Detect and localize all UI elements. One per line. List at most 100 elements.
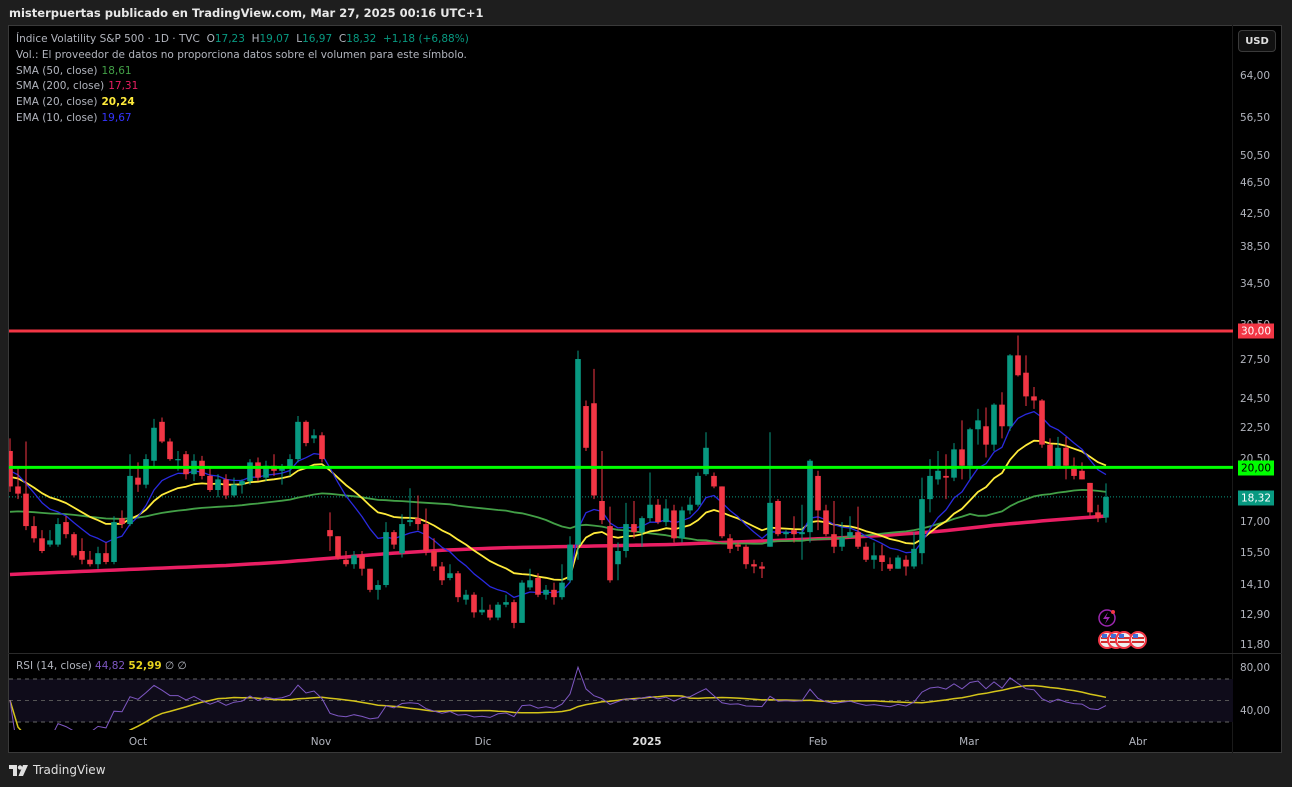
- flag-canton: [1133, 634, 1138, 638]
- candle: [719, 486, 725, 539]
- candle-body: [975, 420, 981, 430]
- candle: [1023, 355, 1029, 407]
- indicator-ema10[interactable]: EMA (10, close) 19,67: [16, 111, 469, 127]
- open-label: O: [206, 33, 215, 45]
- candle: [983, 407, 989, 458]
- ema10-line: [9, 410, 1107, 599]
- candle: [679, 506, 685, 543]
- candle-body: [687, 504, 693, 511]
- candle-body: [591, 403, 597, 496]
- candle: [727, 534, 733, 554]
- time-label-nov: Nov: [310, 736, 332, 748]
- candle-body: [1047, 444, 1053, 468]
- candle: [335, 536, 341, 560]
- candle: [375, 580, 381, 600]
- candle-body: [703, 447, 709, 475]
- sma50-line: [9, 488, 1107, 545]
- candle: [95, 546, 101, 569]
- indicator-name: SMA (50, close): [16, 64, 98, 77]
- indicator-value: 17,31: [108, 80, 139, 93]
- candle: [871, 542, 877, 569]
- candle-body: [415, 518, 421, 525]
- candle: [399, 514, 405, 558]
- candle-body: [847, 532, 853, 537]
- candle-body: [39, 538, 45, 552]
- candle-body: [463, 594, 469, 600]
- candle-body: [863, 546, 869, 560]
- indicator-sma200[interactable]: SMA (200, close) 17,31: [16, 79, 469, 95]
- candle: [703, 432, 709, 476]
- candle: [463, 589, 469, 605]
- tradingview-logo-icon: [9, 764, 28, 776]
- candle-body: [575, 359, 581, 545]
- rsi-tick-80: 80,00: [1239, 662, 1270, 674]
- candle: [991, 403, 997, 451]
- candle: [167, 438, 173, 461]
- candle-body: [1031, 396, 1037, 401]
- candle-body: [1023, 372, 1029, 397]
- candle: [127, 454, 133, 527]
- candle-body: [1007, 355, 1013, 427]
- candle-body: [799, 532, 805, 535]
- indicator-ema20[interactable]: EMA (20, close) 20,24: [16, 95, 469, 111]
- candle: [39, 530, 45, 554]
- tradingview-footer[interactable]: TradingView: [9, 763, 106, 777]
- price-tick: 24,50: [1239, 393, 1270, 406]
- price-tick: 34,50: [1239, 277, 1270, 290]
- candle-body: [311, 435, 317, 439]
- candle-body: [231, 484, 237, 496]
- indicator-sma50[interactable]: SMA (50, close) 18,61: [16, 64, 469, 80]
- candle: [951, 443, 957, 482]
- candle-body: [343, 559, 349, 565]
- candle: [391, 530, 397, 549]
- candle: [567, 536, 573, 583]
- currency-button[interactable]: USD: [1238, 30, 1276, 52]
- rsi-extra-2: ∅: [177, 660, 187, 672]
- candle: [1079, 462, 1085, 480]
- candle: [911, 532, 917, 569]
- time-label-feb: Feb: [808, 736, 828, 748]
- candle-body: [511, 602, 517, 623]
- symbol-row[interactable]: Índice Volatility S&P 500 · 1D · TVC O17…: [16, 32, 469, 48]
- candle-body: [327, 530, 333, 537]
- time-label-dic: Dic: [474, 736, 492, 748]
- candle: [1087, 482, 1093, 517]
- price-tick: 14,10: [1239, 579, 1270, 592]
- candle: [239, 479, 245, 494]
- candle-body: [111, 522, 117, 562]
- open-value: 17,23: [214, 33, 245, 45]
- candle: [519, 580, 525, 623]
- candle: [559, 564, 565, 600]
- candle-body: [391, 532, 397, 545]
- candle: [759, 561, 765, 578]
- candle-body: [791, 530, 797, 535]
- candle: [287, 454, 293, 476]
- candle-body: [479, 609, 485, 613]
- candle-body: [399, 524, 405, 554]
- candle: [1007, 354, 1013, 431]
- chart-legend: Índice Volatility S&P 500 · 1D · TVC O17…: [16, 32, 469, 127]
- flag-canton: [1102, 634, 1107, 638]
- candle: [79, 538, 85, 565]
- candle-body: [631, 524, 637, 533]
- candle-body: [471, 594, 477, 613]
- candle-body: [351, 555, 357, 565]
- candle-body: [127, 475, 133, 525]
- candle: [351, 551, 357, 569]
- candle-body: [767, 502, 773, 547]
- candle-body: [71, 534, 77, 556]
- candle-body: [655, 504, 661, 523]
- time-label-oct: Oct: [128, 736, 148, 748]
- candle-body: [119, 518, 125, 525]
- candle-body: [895, 557, 901, 569]
- candle: [1063, 436, 1069, 480]
- candle-body: [167, 441, 173, 460]
- candle: [527, 568, 533, 590]
- candle: [903, 555, 909, 576]
- candle: [207, 467, 213, 492]
- candle: [807, 459, 813, 543]
- rsi-legend[interactable]: RSI (14, close) 44,82 52,99 ∅ ∅: [16, 660, 187, 672]
- candle-body: [23, 493, 29, 527]
- price-tick: 11,80: [1239, 638, 1270, 651]
- candle-body: [487, 609, 493, 618]
